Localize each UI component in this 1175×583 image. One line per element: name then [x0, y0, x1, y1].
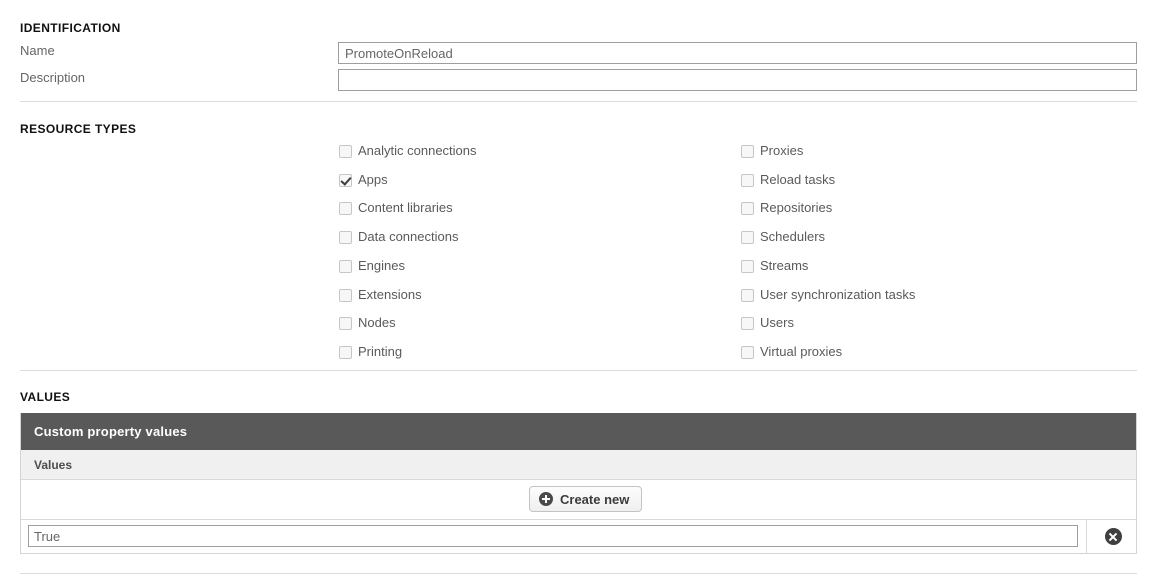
checkbox-row-user-synchronization-tasks[interactable]: User synchronization tasks	[741, 287, 915, 303]
checkbox-row-users[interactable]: Users	[741, 315, 794, 331]
checkbox-label: Data connections	[358, 229, 459, 244]
checkbox-row-engines[interactable]: Engines	[339, 258, 405, 274]
divider-identification	[20, 101, 1137, 102]
checkbox-label: Nodes	[358, 315, 396, 330]
identification-section-title: IDENTIFICATION	[20, 21, 121, 35]
checkbox-row-repositories[interactable]: Repositories	[741, 200, 832, 216]
checkbox-row-virtual-proxies[interactable]: Virtual proxies	[741, 344, 842, 360]
checkbox-unchecked-icon[interactable]	[339, 144, 352, 158]
checkbox-row-analytic-connections[interactable]: Analytic connections	[339, 143, 477, 159]
custom-property-values-table: Custom property values Values Create new	[20, 413, 1137, 554]
value-input[interactable]	[28, 525, 1078, 547]
table-toolbar: Create new	[21, 480, 1136, 520]
checkbox-unchecked-icon[interactable]	[339, 230, 352, 244]
checkbox-row-data-connections[interactable]: Data connections	[339, 229, 458, 245]
checkbox-unchecked-icon[interactable]	[741, 173, 754, 187]
checkbox-label: Printing	[358, 344, 403, 359]
divider-values-bottom	[20, 573, 1137, 574]
cell-divider	[1086, 520, 1087, 553]
checkbox-row-schedulers[interactable]: Schedulers	[741, 229, 825, 245]
checkbox-row-reload-tasks[interactable]: Reload tasks	[741, 172, 835, 188]
checkbox-label: Analytic connections	[358, 143, 477, 158]
checkbox-label: User synchronization tasks	[760, 287, 916, 302]
create-new-button-label: Create new	[560, 491, 630, 507]
checkbox-unchecked-icon[interactable]	[339, 316, 352, 330]
checkbox-unchecked-icon[interactable]	[741, 144, 754, 158]
checkbox-unchecked-icon[interactable]	[741, 230, 754, 244]
description-label: Description	[20, 70, 86, 85]
checkbox-unchecked-icon[interactable]	[741, 288, 754, 302]
plus-circle-icon	[539, 492, 553, 506]
create-new-button[interactable]: Create new	[529, 486, 643, 512]
checkbox-label: Users	[760, 315, 794, 330]
checkbox-label: Repositories	[760, 200, 833, 215]
delete-circle-icon[interactable]	[1105, 528, 1122, 545]
checkbox-label: Schedulers	[760, 229, 826, 244]
checkbox-label: Proxies	[760, 143, 804, 158]
checkbox-label: Engines	[358, 258, 405, 273]
name-label: Name	[20, 43, 55, 58]
resource-types-section-title: RESOURCE TYPES	[20, 122, 137, 136]
checkbox-label: Reload tasks	[760, 172, 836, 187]
table-row	[21, 520, 1136, 553]
checkbox-checked-icon[interactable]	[339, 173, 352, 187]
table-title: Custom property values	[21, 413, 1136, 450]
values-section-title: VALUES	[20, 390, 71, 404]
checkbox-label: Apps	[358, 172, 388, 187]
checkbox-row-proxies[interactable]: Proxies	[741, 143, 803, 159]
table-column-header-values: Values	[21, 450, 1136, 480]
name-input[interactable]	[338, 42, 1137, 64]
checkbox-unchecked-icon[interactable]	[741, 316, 754, 330]
description-input[interactable]	[338, 69, 1137, 91]
table-body	[21, 520, 1136, 553]
checkbox-unchecked-icon[interactable]	[741, 201, 754, 215]
checkbox-row-nodes[interactable]: Nodes	[339, 315, 396, 331]
checkbox-row-printing[interactable]: Printing	[339, 344, 402, 360]
checkbox-label: Extensions	[358, 287, 422, 302]
checkbox-unchecked-icon[interactable]	[741, 259, 754, 273]
checkbox-row-apps[interactable]: Apps	[339, 172, 388, 188]
checkbox-unchecked-icon[interactable]	[339, 259, 352, 273]
checkbox-label: Virtual proxies	[760, 344, 843, 359]
checkbox-unchecked-icon[interactable]	[339, 345, 352, 359]
checkbox-unchecked-icon[interactable]	[339, 288, 352, 302]
checkbox-label: Streams	[760, 258, 809, 273]
custom-property-editor: IDENTIFICATION Name Description RESOURCE…	[0, 0, 1175, 583]
checkbox-row-streams[interactable]: Streams	[741, 258, 808, 274]
checkbox-unchecked-icon[interactable]	[741, 345, 754, 359]
divider-resource-types	[20, 370, 1137, 371]
checkbox-unchecked-icon[interactable]	[339, 201, 352, 215]
checkbox-row-content-libraries[interactable]: Content libraries	[339, 200, 453, 216]
checkbox-label: Content libraries	[358, 200, 453, 215]
checkbox-row-extensions[interactable]: Extensions	[339, 287, 422, 303]
